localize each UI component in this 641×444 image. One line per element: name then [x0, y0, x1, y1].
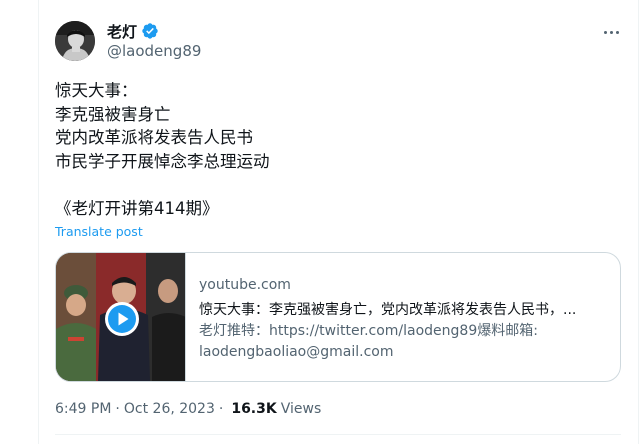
views-label: Views [280, 401, 322, 417]
views-count: 16.3K [231, 401, 277, 417]
author-name[interactable]: 老灯 [107, 21, 137, 42]
more-dots-icon[interactable] [600, 23, 622, 41]
author-handle[interactable]: @laodeng89 [107, 42, 201, 60]
author-row: 老灯 [107, 21, 159, 41]
link-card-description: 老灯推特：https://twitter.com/laodeng89爆料邮箱: … [199, 323, 538, 360]
tweet-line: 《老灯开讲第414期》 [55, 198, 219, 218]
tweet-line: 李克强被害身亡 [55, 104, 171, 124]
verified-badge-icon[interactable] [141, 22, 159, 40]
link-card[interactable]: youtube.com 惊天大事：李克强被害身亡，党内改革派将发表告人民书，..… [55, 252, 621, 382]
link-card-info: youtube.com 惊天大事：李克强被害身亡，党内改革派将发表告人民书，..… [186, 253, 620, 381]
tweet-line [55, 173, 615, 197]
divider [55, 434, 621, 435]
avatar-image [55, 21, 95, 61]
translate-post-link[interactable]: Translate post [55, 224, 143, 239]
tweet-meta: 6:49 PM · Oct 26, 2023 · 16.3K Views [55, 399, 321, 419]
meta-separator: · [115, 401, 120, 417]
left-border [38, 0, 39, 444]
tweet-time[interactable]: 6:49 PM [55, 401, 111, 417]
tweet-line: 市民学子开展悼念李总理运动 [55, 151, 270, 171]
link-card-domain: youtube.com [199, 277, 291, 293]
right-border [638, 0, 639, 444]
meta-separator: · [218, 401, 224, 417]
avatar[interactable] [55, 21, 95, 61]
play-icon[interactable] [104, 301, 140, 337]
tweet-text: 惊天大事： 李克强被害身亡 党内改革派将发表告人民书 市民学子开展悼念李总理运动… [55, 79, 615, 220]
video-thumbnail[interactable] [56, 253, 186, 381]
tweet-line: 党内改革派将发表告人民书 [55, 128, 253, 147]
tweet-date[interactable]: Oct 26, 2023 [124, 401, 215, 417]
tweet-container: 老灯 @laodeng89 惊天大事： 李克强被害身亡 党内改革派将发表告人民书… [0, 0, 641, 444]
tweet-line: 惊天大事： [55, 81, 138, 100]
link-card-title: 惊天大事：李克强被害身亡，党内改革派将发表告人民书，... [199, 302, 577, 318]
